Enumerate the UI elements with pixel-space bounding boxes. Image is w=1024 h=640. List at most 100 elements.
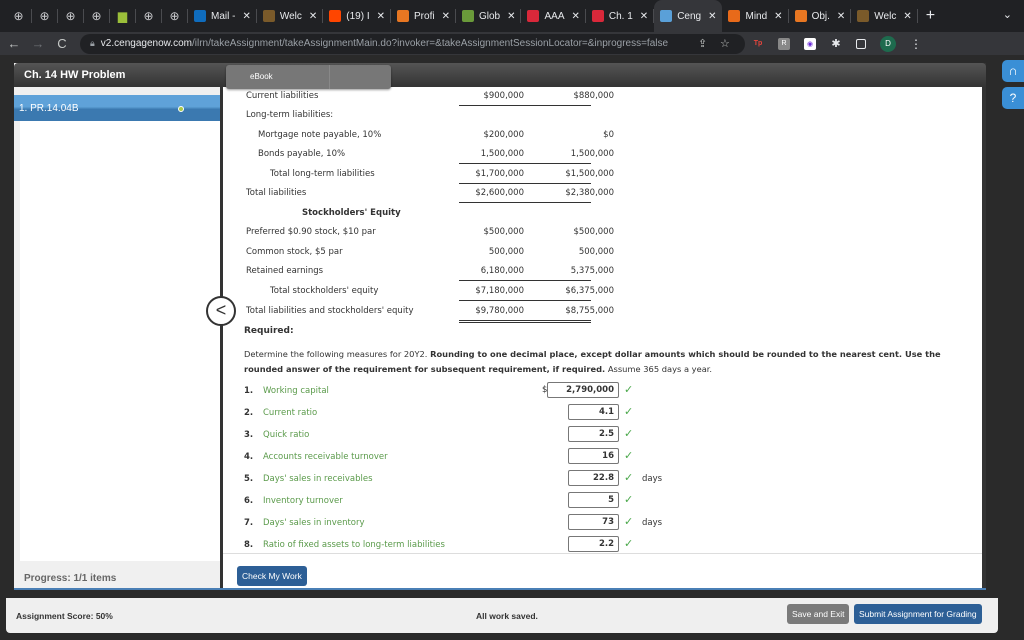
answer-input[interactable]: 16 <box>568 448 619 464</box>
value-20y1: $500,000 <box>573 227 614 237</box>
row-label: Long-term liabilities: <box>246 110 334 120</box>
question-label: Current ratio <box>263 408 318 418</box>
browser-menu-icon[interactable]: ⋮ <box>910 37 922 51</box>
row-label: Total liabilities <box>246 188 307 198</box>
share-icon[interactable]: ⇪ <box>698 37 707 50</box>
close-tab-icon[interactable]: ✕ <box>708 11 716 22</box>
answer-input[interactable]: 73 <box>568 514 619 530</box>
value-20y1: $8,755,000 <box>565 306 614 316</box>
pinned-tab-globe-icon[interactable]: ⊕ <box>84 9 110 23</box>
aaa-icon <box>527 10 540 22</box>
tab-title: Ch. 1 <box>608 10 633 22</box>
cengage-icon <box>660 10 673 22</box>
close-tab-icon[interactable]: ✕ <box>442 11 450 22</box>
browser-tab[interactable]: Glob ✕ <box>456 0 522 32</box>
support-headset-icon[interactable]: ∩ <box>1002 60 1024 82</box>
close-tab-icon[interactable]: ✕ <box>837 11 845 22</box>
extension-o-icon[interactable]: ◉ <box>804 37 816 50</box>
collapse-sidebar-button[interactable]: < <box>206 296 236 326</box>
extensions-puzzle-icon[interactable]: ✱ <box>830 38 842 50</box>
close-tab-icon[interactable]: ✕ <box>242 11 250 22</box>
browser-tab[interactable]: Mind ✕ <box>722 0 789 32</box>
unit-label: days <box>642 518 663 528</box>
browser-tab[interactable]: (19) I ✕ <box>323 0 392 32</box>
pinned-tab-globe-icon[interactable]: ⊕ <box>136 9 162 23</box>
close-tab-icon[interactable]: ✕ <box>377 11 385 22</box>
answer-input[interactable]: 4.1 <box>568 404 619 420</box>
browser-tab[interactable]: AAA ✕ <box>521 0 586 32</box>
mindtap-icon <box>728 10 741 22</box>
submit-assignment-button[interactable]: Submit Assignment for Grading <box>854 604 982 624</box>
answer-input[interactable]: 2.5 <box>568 426 619 442</box>
value-20y2: $500,000 <box>483 227 524 237</box>
close-tab-icon[interactable]: ✕ <box>640 11 648 22</box>
row-label: Total liabilities and stockholders' equi… <box>246 306 414 316</box>
extension-tp-icon[interactable]: Tp <box>752 38 764 50</box>
close-tab-icon[interactable]: ✕ <box>507 11 515 22</box>
underline <box>459 300 591 301</box>
answer-input[interactable]: 2.2 <box>568 536 619 552</box>
row-label: Preferred $0.90 stock, $10 par <box>246 227 376 237</box>
sidebar-item-pr-14-04b[interactable]: 1. PR.14.04B <box>14 95 220 121</box>
browser-tab[interactable]: Obj. ✕ <box>789 0 852 32</box>
tab-title: Ceng <box>677 10 702 22</box>
tab-title: Mail - <box>211 10 236 22</box>
row-label: Common stock, $5 par <box>246 247 343 257</box>
browser-tab[interactable]: Ceng ✕ <box>654 0 723 32</box>
pinned-tab-globe-icon[interactable]: ⊕ <box>162 9 188 23</box>
back-icon[interactable]: ← <box>4 36 24 51</box>
bookmark-star-icon[interactable]: ☆ <box>720 37 730 50</box>
profile-avatar[interactable]: D <box>880 35 896 52</box>
save-and-exit-button[interactable]: Save and Exit <box>787 604 850 624</box>
close-tab-icon[interactable]: ✕ <box>903 11 911 22</box>
pinned-tab-globe-icon[interactable]: ⊕ <box>6 9 32 23</box>
assignment-score: Assignment Score: 50% <box>16 611 113 621</box>
tab-search-chevron-icon[interactable]: ⌄ <box>1003 8 1012 21</box>
answer-input[interactable]: 5 <box>568 492 619 508</box>
extension-r-icon[interactable]: R <box>778 37 790 50</box>
close-tab-icon[interactable]: ✕ <box>572 11 580 22</box>
reload-icon[interactable]: C <box>52 36 72 51</box>
browser-tab[interactable]: Profi ✕ <box>391 0 456 32</box>
url-input[interactable]: 🔒︎ v2.cengagenow.com/ilrn/takeAssignment… <box>80 33 745 54</box>
answer-input[interactable]: 22.8 <box>568 470 619 486</box>
tab-title: Glob <box>478 10 501 22</box>
instructions-text: Determine the following measures for 20Y… <box>244 347 964 377</box>
welcome-icon <box>262 10 275 22</box>
help-icon[interactable]: ? <box>1002 87 1024 109</box>
browser-tab[interactable]: Welc ✕ <box>851 0 918 32</box>
tab-empty[interactable] <box>330 65 391 89</box>
value-20y2: $900,000 <box>483 91 524 101</box>
side-panel-icon[interactable] <box>856 38 866 49</box>
value-20y2: $1,700,000 <box>475 169 524 179</box>
close-tab-icon[interactable]: ✕ <box>774 11 782 22</box>
browser-tab[interactable]: Ch. 1 ✕ <box>586 0 655 32</box>
question-label: Days' sales in inventory <box>263 518 365 528</box>
close-tab-icon[interactable]: ✕ <box>309 11 317 22</box>
check-my-work-button[interactable]: Check My Work <box>237 566 307 586</box>
lock-icon: 🔒︎ <box>90 38 95 48</box>
row-label: Mortgage note payable, 10% <box>258 130 382 140</box>
pinned-tab-globe-icon[interactable]: ⊕ <box>32 9 58 23</box>
answer-input[interactable]: 2,790,000 <box>547 382 619 398</box>
tab-ebook[interactable]: eBook <box>226 65 330 89</box>
value-20y1: 1,500,000 <box>570 149 614 159</box>
question-number: 6. <box>244 496 254 506</box>
chegg-icon <box>397 10 410 22</box>
value-20y1: 500,000 <box>578 247 614 257</box>
pinned-tab-globe-icon[interactable]: ⊕ <box>58 9 84 23</box>
browser-tab[interactable]: Welc ✕ <box>257 0 324 32</box>
question-row: 7. Days' sales in inventory 73 ✓ days <box>244 514 944 532</box>
browser-tab[interactable]: Mail - ✕ <box>188 0 257 32</box>
forward-icon[interactable]: → <box>28 36 48 51</box>
progress-text: Progress: 1/1 items <box>24 573 117 584</box>
problem-content[interactable]: Current liabilities $900,000 $880,000 Long-… <box>223 87 982 553</box>
footer-bar: Assignment Score: 50% All work saved. Sa… <box>6 598 998 633</box>
correct-check-icon: ✓ <box>624 383 634 396</box>
row-label: Total stockholders' equity <box>270 286 379 296</box>
question-row: 2. Current ratio 4.1 ✓ <box>244 404 944 422</box>
pinned-tab-bag-icon[interactable]: ▆ <box>110 9 136 23</box>
new-tab-button[interactable]: + <box>926 7 935 25</box>
underline <box>459 105 591 106</box>
question-row: 6. Inventory turnover 5 ✓ <box>244 492 944 510</box>
